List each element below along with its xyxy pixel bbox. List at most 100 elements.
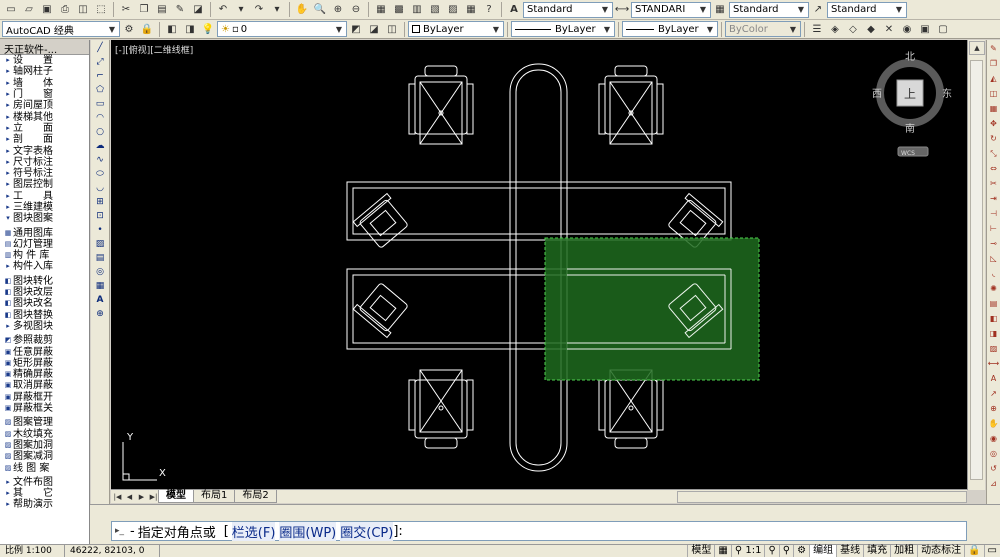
table-style-icon[interactable]: ▦	[712, 2, 728, 18]
scale-readout[interactable]: 比例 1:100	[0, 545, 65, 557]
palette-item[interactable]: ▸ 文件布图	[0, 477, 89, 488]
tab-model[interactable]: 模型	[158, 490, 194, 503]
palette-item[interactable]: ▾ 图块图案	[0, 213, 89, 224]
palette-item[interactable]: ▦ 通用图库	[0, 227, 89, 239]
palette-item[interactable]: ▥ 构 件 库	[0, 250, 89, 261]
preview-icon[interactable]: ◫	[75, 2, 91, 18]
ellipse-arc-icon[interactable]: ◡	[92, 181, 109, 194]
layer-select[interactable]: ☀ ▫ 0 ▼	[217, 21, 347, 37]
clean-screen-icon[interactable]: ▭	[983, 545, 1000, 557]
palette-item[interactable]: ▨ 图案减洞	[0, 451, 89, 462]
palette-item[interactable]: ▸ 轴网柱子	[0, 66, 89, 77]
palette-item[interactable]: ▸ 构件入库	[0, 261, 89, 272]
palette-item[interactable]: ▸ 工 具	[0, 191, 89, 202]
tab-first-icon[interactable]: |◀	[112, 491, 123, 502]
erase-icon[interactable]: ✎	[988, 42, 1000, 55]
palette-item[interactable]: ◧ 图块改名	[0, 298, 89, 309]
measure-small-icon[interactable]: ⊿	[988, 477, 1000, 490]
palette-item[interactable]: ▣ 屏蔽框关	[0, 403, 89, 414]
dim-small-icon[interactable]: ⟷	[988, 357, 1000, 370]
baseline-toggle-button[interactable]: 基线	[836, 545, 863, 557]
dim-style-select[interactable]: STANDARI ▼	[631, 1, 711, 18]
publish-icon[interactable]: ⬚	[93, 2, 109, 18]
revcloud-icon[interactable]: ☁	[92, 139, 109, 152]
scroll-thumb[interactable]	[970, 60, 983, 480]
layer-walk-icon[interactable]: ◇	[845, 21, 861, 37]
hatch-icon[interactable]: ▨	[92, 237, 109, 250]
chamfer-icon[interactable]: ◺	[988, 252, 1000, 265]
orbit-small-icon[interactable]: ◎	[988, 447, 1000, 460]
print-icon[interactable]: ⎙	[57, 2, 73, 18]
layer-merge-icon[interactable]: ◆	[863, 21, 879, 37]
new-file-icon[interactable]: ▭	[3, 2, 19, 18]
layer-match-icon[interactable]: ◉	[899, 21, 915, 37]
layers-stack-icon[interactable]: ☰	[809, 21, 825, 37]
view-small-icon[interactable]: ◉	[988, 432, 1000, 445]
tool-palettes-icon[interactable]: ▥	[409, 2, 425, 18]
circle-icon[interactable]: ○	[92, 125, 109, 138]
palette-item[interactable]: ▸ 其 它	[0, 488, 89, 499]
palette-item[interactable]: ▸ 剖 面	[0, 134, 89, 145]
layer-tools-icon[interactable]: ◈	[827, 21, 843, 37]
stretch-icon[interactable]: ⇔	[988, 162, 1000, 175]
palette-item[interactable]: ▸ 立 面	[0, 123, 89, 134]
color-select[interactable]: ByLayer ▼	[408, 21, 504, 37]
quick-view-icon[interactable]: ▦	[714, 545, 730, 557]
mleader-style-icon[interactable]: ↗	[810, 2, 826, 18]
layer-lock-icon[interactable]: ▣	[917, 21, 933, 37]
palette-item[interactable]: ▣ 矩形屏蔽	[0, 358, 89, 369]
palette-item[interactable]: ▸ 门 窗	[0, 89, 89, 100]
wcs-menu[interactable]: WCS	[901, 150, 915, 157]
fillet-icon[interactable]: ◟	[988, 267, 1000, 280]
layer-manager-icon[interactable]: ◧	[164, 21, 180, 37]
insert-block-icon[interactable]: ⊞	[92, 195, 109, 208]
command-option-wpolygon[interactable]: 圈围(WP)	[279, 521, 337, 541]
palette-item[interactable]: ▸ 房间屋顶	[0, 100, 89, 111]
workspace-select[interactable]: AutoCAD 经典 ▼	[2, 21, 120, 37]
palette-item[interactable]: ▸ 三维建模	[0, 202, 89, 213]
calculator-icon[interactable]: ▦	[463, 2, 479, 18]
hatch-small-icon[interactable]: ▨	[988, 342, 1000, 355]
properties-small-icon[interactable]: ▤	[988, 297, 1000, 310]
palette-item[interactable]: ◧ 图块改层	[0, 287, 89, 298]
command-option-fence[interactable]: 栏选(F)	[231, 521, 276, 541]
design-center-icon[interactable]: ▩	[391, 2, 407, 18]
layer-state-icon[interactable]: ◨	[182, 21, 198, 37]
viewcube-north[interactable]: 北	[905, 51, 915, 63]
polyline-icon[interactable]: ⌐	[92, 69, 109, 82]
point-icon[interactable]: •	[92, 223, 109, 236]
rotate-icon[interactable]: ↻	[988, 132, 1000, 145]
undo-icon[interactable]: ↶	[215, 2, 231, 18]
auto-scale-icon[interactable]: ⚲	[778, 545, 793, 557]
palette-item[interactable]: ▨ 图案管理	[0, 417, 89, 428]
workspace-settings-icon[interactable]: ⚙	[121, 21, 137, 37]
redo-icon[interactable]: ↷	[251, 2, 267, 18]
palette-item[interactable]: ▤ 幻灯管理	[0, 239, 89, 250]
block-editor-icon[interactable]: ◪	[190, 2, 206, 18]
gradient-icon[interactable]: ▤	[92, 251, 109, 264]
command-line[interactable]: ▸_ - 指定对角点或 [ 栏选(F) 圈围(WP) 圈交(CP) ]:	[111, 521, 967, 541]
tab-next-icon[interactable]: ▶	[136, 491, 147, 502]
text-small-icon[interactable]: A	[988, 372, 1000, 385]
tab-prev-icon[interactable]: ◀	[124, 491, 135, 502]
zoom-window-icon[interactable]: ⊕	[330, 2, 346, 18]
annotation-visibility-icon[interactable]: ⚲	[764, 545, 778, 557]
join-icon[interactable]: ⊸	[988, 237, 1000, 250]
line-icon[interactable]: ╱	[92, 41, 109, 54]
viewcube-top-face[interactable]: 上	[904, 87, 916, 101]
palette-item[interactable]: ▸ 帮助演示	[0, 499, 89, 510]
palette-item[interactable]: ◧ 图块替换	[0, 310, 89, 321]
lock-status-icon[interactable]: 🔒	[964, 545, 983, 557]
viewcube-west[interactable]: 西	[872, 89, 882, 100]
add-selected-icon[interactable]: ⊕	[92, 307, 109, 320]
palette-item[interactable]: ▸ 墙 体	[0, 78, 89, 89]
mtext-icon[interactable]: A	[92, 293, 109, 306]
drawing-area[interactable]: [-][俯视][二维线框] Y X 上 北 南 东 西 WCS	[111, 40, 967, 490]
tab-layout2[interactable]: 布局2	[234, 490, 277, 503]
layer-isolate-icon[interactable]: ◫	[384, 21, 400, 37]
lineweight-select[interactable]: ByLayer ▼	[622, 21, 718, 37]
leader-small-icon[interactable]: ↗	[988, 387, 1000, 400]
palette-item[interactable]: ▸ 文字表格	[0, 145, 89, 157]
vertical-scrollbar[interactable]: ▲	[967, 40, 985, 490]
sheet-set-icon[interactable]: ▧	[427, 2, 443, 18]
